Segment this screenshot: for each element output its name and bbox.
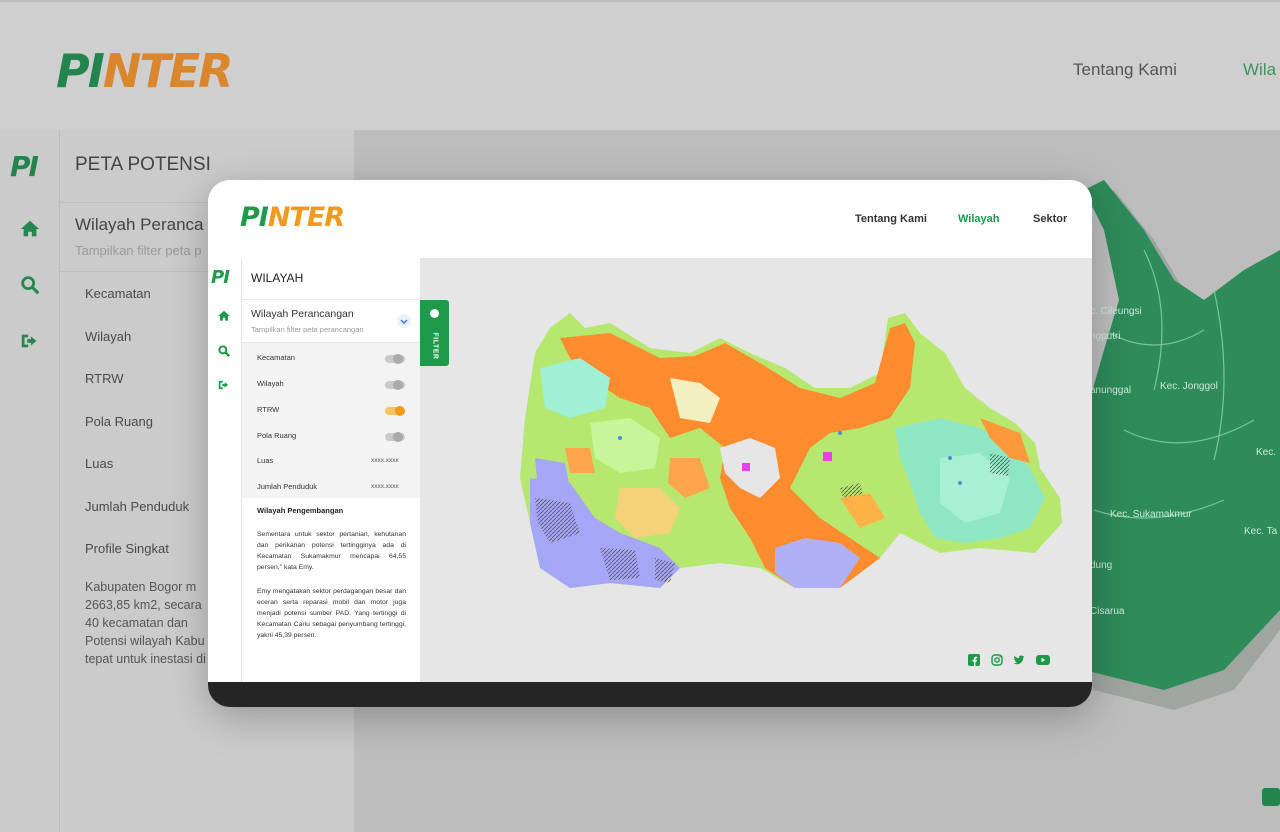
bg-map-label: Kec. Sukamakmur [1110,509,1192,520]
row-kecamatan-label: Kecamatan [257,353,295,362]
row-wilayah-label: Wilayah [257,379,284,388]
bg-sidebar-title: PETA POTENSI [75,154,211,175]
icon-rail: PI [208,258,242,682]
sign-out-icon[interactable] [217,378,231,392]
bg-section-title: Wilayah Peranca [75,215,204,234]
toggle-rtrw[interactable] [385,406,405,416]
bg-map-label: Kec. Jonggol [1160,381,1218,392]
bg-rail-logo: PI [10,150,39,183]
row-luas-label: Luas [257,456,274,465]
bg-map-label: c. Cileungsi [1090,306,1142,317]
twitter-icon[interactable] [1013,654,1025,666]
bg-item-rtrw[interactable]: RTRW [85,371,124,386]
search-icon[interactable] [19,274,41,296]
rail-logo: PI [211,267,230,288]
profile-title: Wilayah Pengembangan [257,506,344,515]
filter-label: FILTER [431,332,439,360]
bg-item-luas: Luas [85,456,114,471]
bg-paragraph: Kabupaten Bogor m 2663,85 km2, secara 40… [85,580,206,666]
map-area[interactable] [420,258,1092,682]
search-icon[interactable] [217,344,231,358]
youtube-icon[interactable] [1036,654,1050,666]
row-jumlah-penduduk-value: xxxx.xxxx [371,483,399,490]
sign-out-icon[interactable] [19,330,41,352]
home-icon[interactable] [19,218,41,240]
instagram-icon[interactable] [991,654,1003,666]
bg-map-label: dung [1090,560,1113,571]
toggle-pola-ruang[interactable] [385,432,405,442]
facebook-icon[interactable] [968,654,980,666]
row-luas-value: xxxx.xxxx [371,457,399,464]
bg-item-profile: Profile Singkat [85,541,169,556]
bg-map-label: Kec. Ta [1244,526,1278,537]
filter-rows: Kecamatan Wilayah RTRW Pola Ruang Luas x… [242,343,420,498]
bg-icon-rail: PI [0,130,60,832]
bg-map-label: ngputri [1090,331,1121,342]
bg-map-label: anunggal [1090,385,1132,396]
header: PINTER Tentang Kami Wilayah Sektor [208,180,1092,258]
facebook-icon[interactable] [1262,788,1280,806]
bg-map-label: Cisarua [1090,606,1125,617]
profile-paragraph-2: Emy mengatakan sektor perdagangan besar … [257,588,406,639]
regional-map [520,313,1062,588]
panel-title: WILAYAH [251,271,304,285]
section-header[interactable]: Wilayah Perancangan Tampilkan filter pet… [242,299,420,343]
bg-item-jumlah-penduduk: Jumlah Penduduk [85,499,190,514]
bg-header: PINTER Tentang Kami Wila [0,0,1280,130]
home-icon[interactable] [217,309,231,323]
profile-paragraph-1: Sementara untuk sektor pertanian, kehuta… [257,531,406,571]
bg-section-subtitle: Tampilkan filter peta p [75,243,202,258]
nav-tentang-kami[interactable]: Tentang Kami [855,213,927,225]
bg-item-pola-ruang[interactable]: Pola Ruang [85,414,153,429]
app-window: PINTER Tentang Kami Wilayah Sektor PI WI… [208,180,1092,707]
nav-sektor[interactable]: Sektor [1033,213,1067,225]
bg-item-kecamatan[interactable]: Kecamatan [85,286,151,301]
chevron-down-icon[interactable] [397,314,411,328]
section-subtitle: Tampilkan filter peta perancangan [251,325,364,334]
row-rtrw-label: RTRW [257,405,280,414]
bg-map-label: Kec. [1256,447,1277,458]
toggle-wilayah[interactable] [385,380,405,390]
logo[interactable]: PINTER [240,202,345,233]
row-pola-ruang-label: Pola Ruang [257,431,297,440]
bg-item-wilayah[interactable]: Wilayah [85,329,131,344]
filter-close-icon[interactable] [430,309,439,318]
filter-tab[interactable]: FILTER [420,300,449,366]
filter-panel: WILAYAH Wilayah Perancangan Tampilkan fi… [242,258,420,682]
bg-logo[interactable]: PINTER [56,44,234,98]
bg-nav-region[interactable]: Wila [1243,60,1276,80]
nav-wilayah[interactable]: Wilayah [958,213,999,225]
toggle-kecamatan[interactable] [385,354,405,364]
footer-bar [208,682,1092,707]
bg-nav-about[interactable]: Tentang Kami [1073,60,1177,80]
section-title: Wilayah Perancangan [251,308,354,320]
row-jumlah-penduduk-label: Jumlah Penduduk [257,482,318,491]
